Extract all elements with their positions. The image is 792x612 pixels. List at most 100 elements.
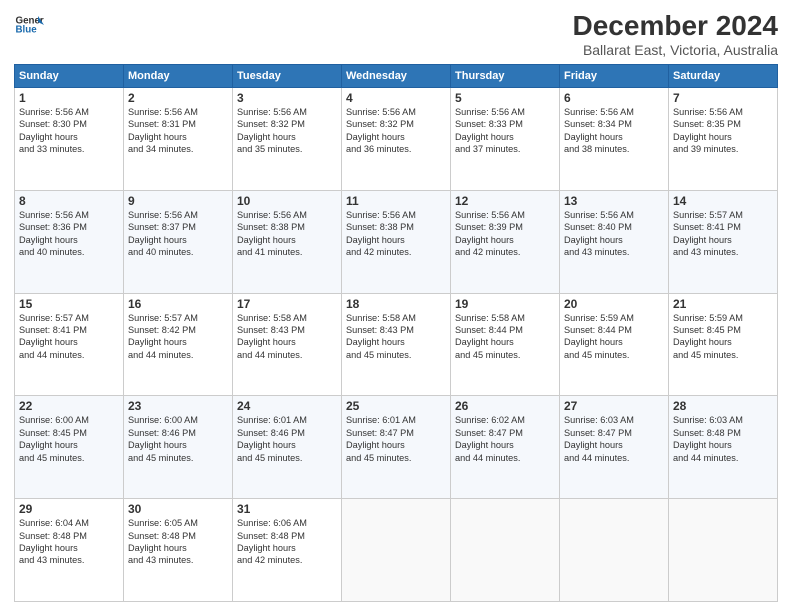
day-cell: 19 Sunrise: 5:58 AM Sunset: 8:44 PM Dayl… (451, 293, 560, 396)
day-info: Sunrise: 5:56 AM Sunset: 8:38 PM Dayligh… (237, 209, 337, 259)
day-number: 9 (128, 194, 228, 208)
day-cell: 10 Sunrise: 5:56 AM Sunset: 8:38 PM Dayl… (233, 190, 342, 293)
day-info: Sunrise: 6:06 AM Sunset: 8:48 PM Dayligh… (237, 517, 337, 567)
day-number: 22 (19, 399, 119, 413)
col-friday: Friday (560, 65, 669, 88)
day-cell: 13 Sunrise: 5:56 AM Sunset: 8:40 PM Dayl… (560, 190, 669, 293)
day-cell: 24 Sunrise: 6:01 AM Sunset: 8:46 PM Dayl… (233, 396, 342, 499)
day-cell: 9 Sunrise: 5:56 AM Sunset: 8:37 PM Dayli… (124, 190, 233, 293)
day-number: 10 (237, 194, 337, 208)
day-number: 13 (564, 194, 664, 208)
day-info: Sunrise: 5:56 AM Sunset: 8:35 PM Dayligh… (673, 106, 773, 156)
day-number: 14 (673, 194, 773, 208)
day-number: 11 (346, 194, 446, 208)
day-number: 12 (455, 194, 555, 208)
day-number: 8 (19, 194, 119, 208)
day-info: Sunrise: 5:56 AM Sunset: 8:34 PM Dayligh… (564, 106, 664, 156)
day-cell: 7 Sunrise: 5:56 AM Sunset: 8:35 PM Dayli… (669, 88, 778, 191)
col-thursday: Thursday (451, 65, 560, 88)
day-cell: 28 Sunrise: 6:03 AM Sunset: 8:48 PM Dayl… (669, 396, 778, 499)
day-cell: 17 Sunrise: 5:58 AM Sunset: 8:43 PM Dayl… (233, 293, 342, 396)
subtitle: Ballarat East, Victoria, Australia (573, 42, 778, 58)
day-number: 5 (455, 91, 555, 105)
day-info: Sunrise: 5:57 AM Sunset: 8:41 PM Dayligh… (673, 209, 773, 259)
day-number: 4 (346, 91, 446, 105)
day-number: 20 (564, 297, 664, 311)
day-info: Sunrise: 6:01 AM Sunset: 8:47 PM Dayligh… (346, 414, 446, 464)
day-cell: 14 Sunrise: 5:57 AM Sunset: 8:41 PM Dayl… (669, 190, 778, 293)
day-number: 7 (673, 91, 773, 105)
week-row-3: 15 Sunrise: 5:57 AM Sunset: 8:41 PM Dayl… (15, 293, 778, 396)
page: General Blue December 2024 Ballarat East… (0, 0, 792, 612)
day-cell: 2 Sunrise: 5:56 AM Sunset: 8:31 PM Dayli… (124, 88, 233, 191)
day-cell (342, 499, 451, 602)
day-number: 30 (128, 502, 228, 516)
day-number: 26 (455, 399, 555, 413)
day-cell (451, 499, 560, 602)
day-number: 1 (19, 91, 119, 105)
day-info: Sunrise: 5:56 AM Sunset: 8:30 PM Dayligh… (19, 106, 119, 156)
day-cell: 3 Sunrise: 5:56 AM Sunset: 8:32 PM Dayli… (233, 88, 342, 191)
day-info: Sunrise: 5:59 AM Sunset: 8:44 PM Dayligh… (564, 312, 664, 362)
day-info: Sunrise: 6:04 AM Sunset: 8:48 PM Dayligh… (19, 517, 119, 567)
day-number: 6 (564, 91, 664, 105)
day-number: 27 (564, 399, 664, 413)
day-info: Sunrise: 5:56 AM Sunset: 8:38 PM Dayligh… (346, 209, 446, 259)
main-title: December 2024 (573, 10, 778, 42)
day-info: Sunrise: 6:01 AM Sunset: 8:46 PM Dayligh… (237, 414, 337, 464)
day-cell (560, 499, 669, 602)
col-wednesday: Wednesday (342, 65, 451, 88)
day-cell: 15 Sunrise: 5:57 AM Sunset: 8:41 PM Dayl… (15, 293, 124, 396)
day-number: 23 (128, 399, 228, 413)
day-number: 17 (237, 297, 337, 311)
day-cell: 18 Sunrise: 5:58 AM Sunset: 8:43 PM Dayl… (342, 293, 451, 396)
day-info: Sunrise: 5:56 AM Sunset: 8:31 PM Dayligh… (128, 106, 228, 156)
day-number: 2 (128, 91, 228, 105)
day-number: 16 (128, 297, 228, 311)
week-row-1: 1 Sunrise: 5:56 AM Sunset: 8:30 PM Dayli… (15, 88, 778, 191)
day-info: Sunrise: 6:03 AM Sunset: 8:48 PM Dayligh… (673, 414, 773, 464)
day-cell: 29 Sunrise: 6:04 AM Sunset: 8:48 PM Dayl… (15, 499, 124, 602)
day-number: 25 (346, 399, 446, 413)
day-info: Sunrise: 5:56 AM Sunset: 8:33 PM Dayligh… (455, 106, 555, 156)
header: General Blue December 2024 Ballarat East… (14, 10, 778, 58)
day-cell: 5 Sunrise: 5:56 AM Sunset: 8:33 PM Dayli… (451, 88, 560, 191)
day-number: 18 (346, 297, 446, 311)
day-cell: 30 Sunrise: 6:05 AM Sunset: 8:48 PM Dayl… (124, 499, 233, 602)
col-sunday: Sunday (15, 65, 124, 88)
day-info: Sunrise: 5:57 AM Sunset: 8:41 PM Dayligh… (19, 312, 119, 362)
calendar-table: Sunday Monday Tuesday Wednesday Thursday… (14, 64, 778, 602)
day-cell: 4 Sunrise: 5:56 AM Sunset: 8:32 PM Dayli… (342, 88, 451, 191)
day-info: Sunrise: 6:00 AM Sunset: 8:46 PM Dayligh… (128, 414, 228, 464)
day-info: Sunrise: 5:58 AM Sunset: 8:43 PM Dayligh… (237, 312, 337, 362)
day-info: Sunrise: 5:56 AM Sunset: 8:36 PM Dayligh… (19, 209, 119, 259)
day-info: Sunrise: 5:58 AM Sunset: 8:44 PM Dayligh… (455, 312, 555, 362)
day-cell: 12 Sunrise: 5:56 AM Sunset: 8:39 PM Dayl… (451, 190, 560, 293)
day-cell (669, 499, 778, 602)
day-number: 31 (237, 502, 337, 516)
svg-text:Blue: Blue (16, 25, 38, 36)
day-info: Sunrise: 5:56 AM Sunset: 8:32 PM Dayligh… (346, 106, 446, 156)
day-cell: 8 Sunrise: 5:56 AM Sunset: 8:36 PM Dayli… (15, 190, 124, 293)
day-number: 28 (673, 399, 773, 413)
day-cell: 11 Sunrise: 5:56 AM Sunset: 8:38 PM Dayl… (342, 190, 451, 293)
day-number: 15 (19, 297, 119, 311)
logo: General Blue (14, 10, 44, 40)
day-cell: 25 Sunrise: 6:01 AM Sunset: 8:47 PM Dayl… (342, 396, 451, 499)
week-row-5: 29 Sunrise: 6:04 AM Sunset: 8:48 PM Dayl… (15, 499, 778, 602)
day-info: Sunrise: 5:56 AM Sunset: 8:40 PM Dayligh… (564, 209, 664, 259)
week-row-4: 22 Sunrise: 6:00 AM Sunset: 8:45 PM Dayl… (15, 396, 778, 499)
title-block: December 2024 Ballarat East, Victoria, A… (573, 10, 778, 58)
day-cell: 1 Sunrise: 5:56 AM Sunset: 8:30 PM Dayli… (15, 88, 124, 191)
day-info: Sunrise: 5:56 AM Sunset: 8:32 PM Dayligh… (237, 106, 337, 156)
col-tuesday: Tuesday (233, 65, 342, 88)
day-info: Sunrise: 6:02 AM Sunset: 8:47 PM Dayligh… (455, 414, 555, 464)
week-row-2: 8 Sunrise: 5:56 AM Sunset: 8:36 PM Dayli… (15, 190, 778, 293)
day-number: 21 (673, 297, 773, 311)
day-number: 29 (19, 502, 119, 516)
day-cell: 6 Sunrise: 5:56 AM Sunset: 8:34 PM Dayli… (560, 88, 669, 191)
day-info: Sunrise: 5:57 AM Sunset: 8:42 PM Dayligh… (128, 312, 228, 362)
day-cell: 31 Sunrise: 6:06 AM Sunset: 8:48 PM Dayl… (233, 499, 342, 602)
logo-icon: General Blue (14, 10, 44, 40)
day-info: Sunrise: 5:59 AM Sunset: 8:45 PM Dayligh… (673, 312, 773, 362)
